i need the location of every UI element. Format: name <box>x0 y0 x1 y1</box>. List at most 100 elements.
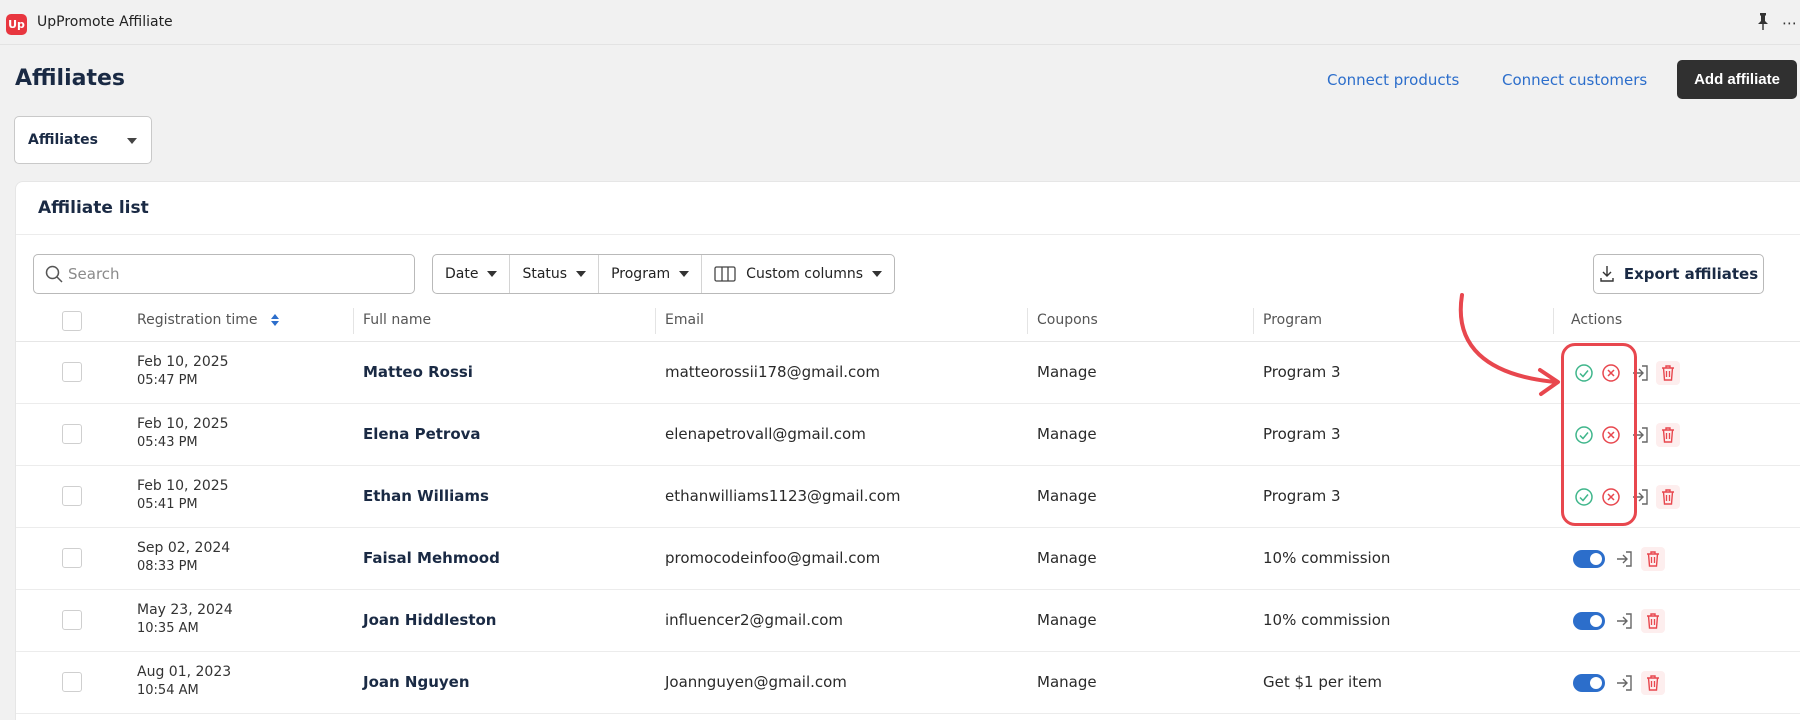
annotation-arrow <box>1458 293 1560 396</box>
connect-products-link[interactable]: Connect products <box>1327 71 1459 89</box>
registration-date: Aug 01, 2023 <box>137 664 232 680</box>
column-separator <box>1253 308 1254 334</box>
registration-clock: 05:47 PM <box>137 373 198 388</box>
row-checkbox[interactable] <box>62 672 82 692</box>
row-checkbox[interactable] <box>62 486 82 506</box>
app-title: UpPromote Affiliate <box>37 14 173 30</box>
columns-icon <box>714 266 736 282</box>
connect-customers-link[interactable]: Connect customers <box>1502 71 1647 89</box>
caret-down-icon <box>679 271 690 277</box>
status-toggle[interactable] <box>1573 612 1605 630</box>
registration-time: Feb 10, 2025 05:41 PM <box>137 478 229 512</box>
affiliate-name[interactable]: Joan Hiddleston <box>363 611 496 629</box>
affiliate-email: Joannguyen@gmail.com <box>665 673 847 691</box>
search-input[interactable] <box>68 265 388 283</box>
row-checkbox[interactable] <box>62 362 82 382</box>
col-coupons: Coupons <box>1037 312 1098 328</box>
status-toggle[interactable] <box>1573 674 1605 692</box>
more-icon[interactable]: ⋯ <box>1782 14 1798 32</box>
registration-date: May 23, 2024 <box>137 602 233 618</box>
registration-clock: 05:43 PM <box>137 435 198 450</box>
registration-date: Feb 10, 2025 <box>137 354 229 370</box>
pin-icon[interactable] <box>1755 12 1771 30</box>
affiliate-name[interactable]: Ethan Williams <box>363 487 489 505</box>
login-as-icon[interactable] <box>1614 673 1634 693</box>
affiliate-program: Program 3 <box>1263 425 1341 443</box>
filter-custom-columns[interactable]: Custom columns <box>702 255 894 293</box>
sort-icon <box>270 314 279 326</box>
affiliate-list-card: Affiliate list Date Status Program C <box>15 181 1800 720</box>
registration-clock: 08:33 PM <box>137 559 198 574</box>
filter-group: Date Status Program Custom columns <box>432 254 896 294</box>
select-all-checkbox[interactable] <box>62 311 82 331</box>
col-full-name: Full name <box>363 312 432 328</box>
card-title: Affiliate list <box>38 198 149 218</box>
affiliate-program: 10% commission <box>1263 549 1391 567</box>
row-checkbox[interactable] <box>62 424 82 444</box>
manage-coupons-link[interactable]: Manage <box>1037 363 1097 381</box>
affiliate-name[interactable]: Matteo Rossi <box>363 363 473 381</box>
filter-status-label: Status <box>522 266 568 282</box>
affiliate-name[interactable]: Joan Nguyen <box>363 673 470 691</box>
col-actions: Actions <box>1571 312 1623 328</box>
row-checkbox[interactable] <box>62 610 82 630</box>
trash-icon <box>1647 551 1659 567</box>
delete-button[interactable] <box>1656 423 1680 447</box>
registration-clock: 05:41 PM <box>137 497 198 512</box>
column-separator <box>1027 308 1028 334</box>
filter-program[interactable]: Program <box>599 255 703 293</box>
registration-time: Aug 01, 2023 10:54 AM <box>137 664 231 698</box>
registration-date: Feb 10, 2025 <box>137 416 229 432</box>
col-email: Email <box>665 312 704 328</box>
caret-down-icon <box>576 271 587 277</box>
view-select[interactable]: Affiliates <box>14 116 152 164</box>
add-affiliate-button[interactable]: Add affiliate <box>1677 60 1797 99</box>
delete-button[interactable] <box>1641 547 1665 571</box>
col-registration-time[interactable]: Registration time <box>137 312 280 328</box>
login-as-icon[interactable] <box>1614 611 1634 631</box>
affiliate-name[interactable]: Faisal Mehmood <box>363 549 500 567</box>
filter-status[interactable]: Status <box>510 255 600 293</box>
affiliate-program: Program 3 <box>1263 363 1341 381</box>
table-row: Aug 01, 2023 10:54 AM Joan Nguyen Joanng… <box>16 652 1800 714</box>
manage-coupons-link[interactable]: Manage <box>1037 425 1097 443</box>
affiliate-name[interactable]: Elena Petrova <box>363 425 481 443</box>
delete-button[interactable] <box>1641 609 1665 633</box>
affiliate-program: Program 3 <box>1263 487 1341 505</box>
caret-down-icon <box>872 271 883 277</box>
column-separator <box>353 308 354 334</box>
delete-button[interactable] <box>1656 485 1680 509</box>
col-registration-label: Registration time <box>137 312 258 328</box>
row-checkbox[interactable] <box>62 548 82 568</box>
column-separator <box>655 308 656 334</box>
table-row: Feb 10, 2025 05:41 PM Ethan Williams eth… <box>16 466 1800 528</box>
delete-button[interactable] <box>1641 671 1665 695</box>
table-row: Sep 02, 2024 08:33 PM Faisal Mehmood pro… <box>16 528 1800 590</box>
col-program: Program <box>1263 312 1323 328</box>
export-icon <box>1600 266 1614 282</box>
page-title: Affiliates <box>15 66 126 91</box>
registration-time: Sep 02, 2024 08:33 PM <box>137 540 230 574</box>
filter-date-label: Date <box>445 266 479 282</box>
delete-button[interactable] <box>1656 361 1680 385</box>
trash-icon <box>1647 675 1659 691</box>
registration-date: Sep 02, 2024 <box>137 540 231 556</box>
manage-coupons-link[interactable]: Manage <box>1037 487 1097 505</box>
manage-coupons-link[interactable]: Manage <box>1037 611 1097 629</box>
export-affiliates-button[interactable]: Export affiliates <box>1593 254 1764 294</box>
trash-icon <box>1662 489 1674 505</box>
registration-time: May 23, 2024 10:35 AM <box>137 602 233 636</box>
registration-clock: 10:54 AM <box>137 683 199 698</box>
trash-icon <box>1662 365 1674 381</box>
affiliate-email: elenapetrovall@gmail.com <box>665 425 866 443</box>
caret-down-icon <box>127 138 137 144</box>
manage-coupons-link[interactable]: Manage <box>1037 549 1097 567</box>
status-toggle[interactable] <box>1573 550 1605 568</box>
search-box[interactable] <box>33 254 415 294</box>
manage-coupons-link[interactable]: Manage <box>1037 673 1097 691</box>
search-icon <box>45 265 63 283</box>
app-logo: Up <box>6 14 27 35</box>
login-as-icon[interactable] <box>1614 549 1634 569</box>
filter-date[interactable]: Date <box>433 255 511 293</box>
trash-icon <box>1647 613 1659 629</box>
